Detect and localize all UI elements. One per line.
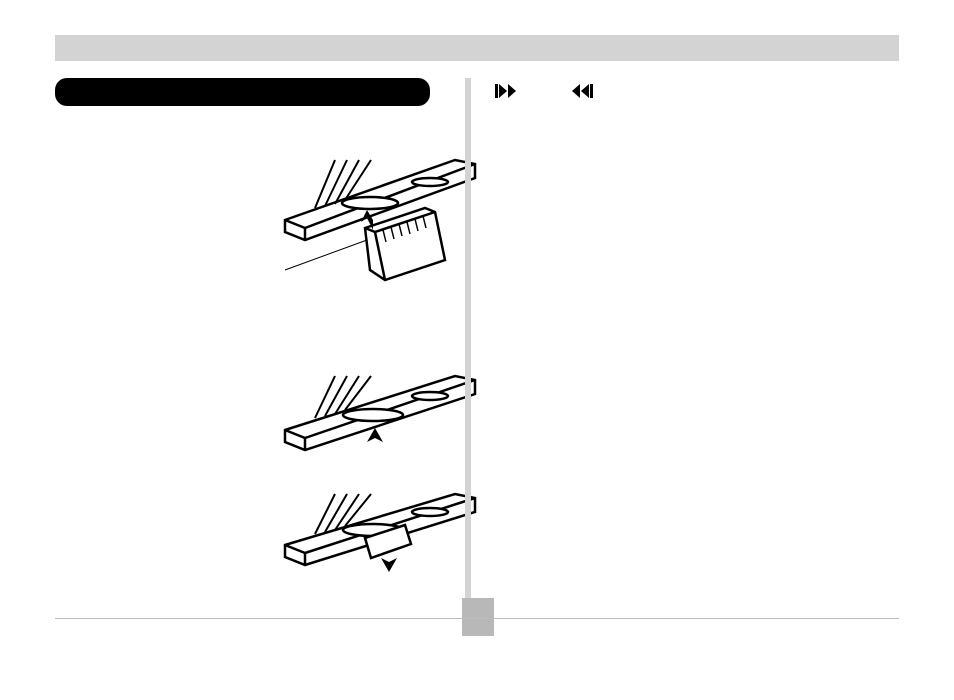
- chapter-title-pill: [55, 78, 430, 106]
- left-column: [55, 78, 453, 116]
- chapter-title-text: [55, 84, 69, 99]
- page-number-box: [462, 598, 494, 636]
- footer-rule: [55, 618, 899, 619]
- rewind-icon: [572, 84, 593, 98]
- header-bar: [55, 35, 899, 61]
- right-column: [485, 84, 885, 108]
- page-content: [55, 78, 899, 598]
- sd-card-eject-diagram: [275, 490, 485, 700]
- column-divider: [465, 78, 471, 598]
- sd-card-insertion-diagram: [275, 150, 485, 360]
- note-icon-row: [485, 84, 885, 98]
- fast-forward-icon: [495, 84, 516, 98]
